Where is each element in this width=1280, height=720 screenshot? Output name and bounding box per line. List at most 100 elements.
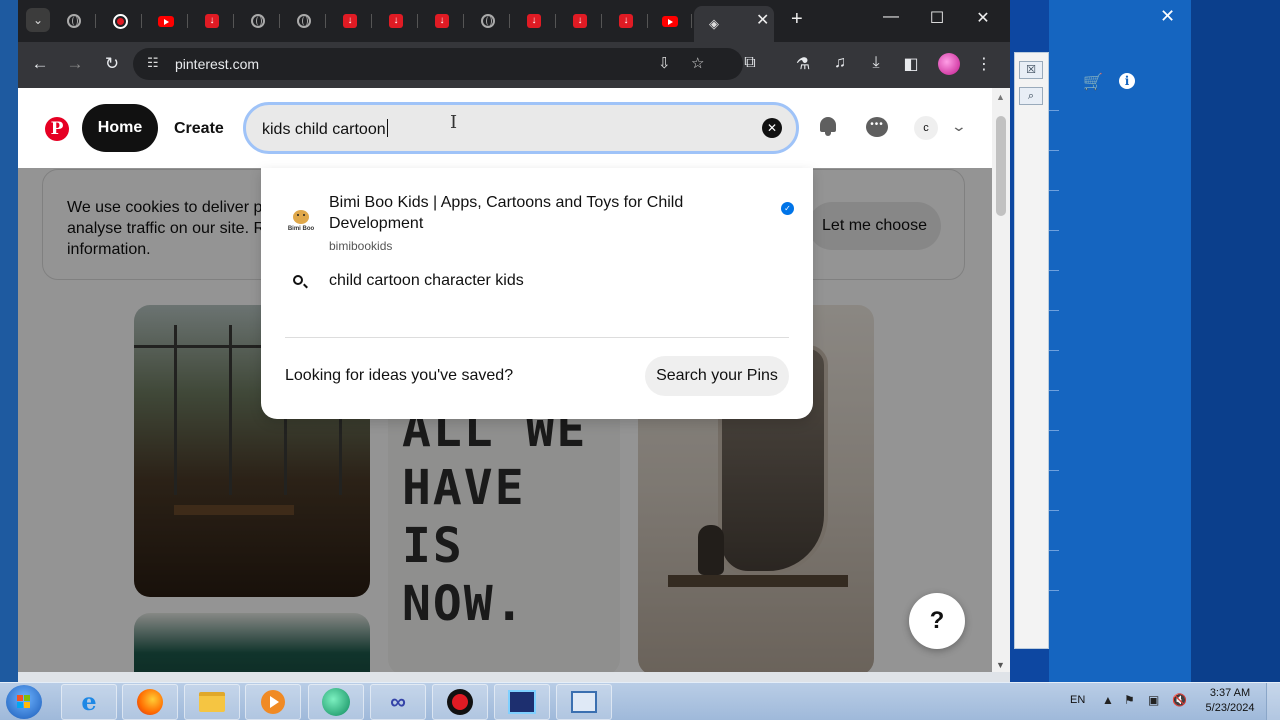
tab-download-6[interactable]: ↓ — [558, 6, 602, 36]
search-your-pins-button[interactable]: Search your Pins — [645, 356, 789, 396]
taskbar-app[interactable] — [556, 684, 612, 720]
menu-icon[interactable]: ⋮ — [973, 54, 995, 74]
tab-youtube-1[interactable] — [144, 6, 188, 36]
mini-search-icon[interactable]: ⌕ — [1019, 87, 1043, 105]
close-tab-icon[interactable]: ✕ — [756, 10, 769, 30]
labs-icon[interactable]: ⚗ — [792, 54, 814, 74]
tab-record[interactable] — [98, 6, 142, 36]
new-tab-button[interactable]: + — [791, 8, 803, 31]
start-button[interactable] — [6, 685, 42, 719]
chevron-down-icon[interactable]: ⌄ — [951, 118, 967, 135]
search-input-text[interactable]: kids child cartoon — [262, 119, 388, 139]
tab-globe-1[interactable] — [52, 6, 96, 36]
search-input[interactable]: kids child cartoon ✕ — [243, 102, 799, 154]
scroll-up-icon[interactable]: ▲ — [996, 92, 1005, 102]
taskbar-video-editor[interactable] — [494, 684, 550, 720]
page-viewport: P Home Create kids child cartoon ✕ I •••… — [18, 88, 992, 672]
browser-toolbar: ← → ↻ ☷ pinterest.com ⇩ ☆ ⧉ ⚗ ♫ ⤓ ◧ ⋮ — [18, 42, 1010, 88]
info-icon[interactable]: i — [1119, 73, 1135, 89]
suggestion-profile-username: bimibookids — [329, 239, 393, 253]
clear-icon[interactable]: ✕ — [762, 118, 782, 138]
bimi-boo-logo: Bimi Boo — [287, 210, 315, 238]
extensions-icon[interactable]: ⧉ — [739, 54, 761, 72]
mini-close-icon[interactable]: ☒ — [1019, 61, 1043, 79]
looking-for-ideas-text: Looking for ideas you've saved? — [285, 367, 514, 384]
cart-icon[interactable]: 🛒 — [1083, 72, 1103, 92]
taskbar-media-player[interactable] — [245, 684, 301, 720]
maximize-icon[interactable]: ☐ — [922, 8, 952, 28]
tab-download-2[interactable]: ↓ — [328, 6, 372, 36]
pinterest-logo[interactable]: P — [45, 117, 69, 141]
sidepanel-icon[interactable]: ◧ — [900, 54, 922, 74]
page-scrollbar[interactable]: ▲ ▼ — [992, 88, 1010, 672]
minimize-icon[interactable]: — — [876, 8, 906, 26]
tab-download-7[interactable]: ↓ — [604, 6, 648, 36]
app-green-icon — [322, 688, 350, 716]
suggestion-query[interactable]: child cartoon character kids — [285, 272, 795, 296]
taskbar-firefox[interactable] — [122, 684, 178, 720]
youtube-icon — [158, 15, 174, 27]
background-window-dark — [1191, 0, 1280, 682]
download-icon: ↓ — [435, 14, 449, 28]
bell-icon[interactable] — [818, 115, 838, 137]
show-desktop-button[interactable] — [1266, 683, 1280, 720]
volume-muted-icon[interactable]: 🔇 — [1172, 693, 1187, 707]
taskbar-ie[interactable]: e — [61, 684, 117, 720]
download-icon: ↓ — [343, 14, 357, 28]
media-icon[interactable]: ♫ — [829, 54, 851, 72]
scroll-down-icon[interactable]: ▼ — [996, 660, 1005, 670]
taskbar-link-app[interactable]: ∞ — [370, 684, 426, 720]
downloads-icon[interactable]: ⤓ — [865, 54, 887, 72]
suggestion-profile[interactable]: Bimi Boo Bimi Boo Kids | Apps, Cartoons … — [285, 192, 795, 256]
window-close-icon[interactable]: ✕ — [968, 8, 998, 28]
clock-date: 5/23/2024 — [1205, 702, 1255, 714]
back-icon[interactable]: ← — [29, 54, 51, 74]
tab-globe-4[interactable] — [466, 6, 510, 36]
clock-time: 3:37 AM — [1209, 687, 1251, 699]
pinterest-tab-icon: ◈ — [709, 16, 719, 31]
tab-search-icon[interactable]: ⌄ — [26, 8, 50, 32]
taskbar-chrome-app[interactable] — [308, 684, 364, 720]
tab-youtube-2[interactable] — [648, 6, 692, 36]
background-window-strip: ☒ ⌕ — [1014, 52, 1049, 649]
tab-globe-2[interactable] — [236, 6, 280, 36]
download-icon: ↓ — [205, 14, 219, 28]
globe-icon — [297, 14, 311, 28]
address-bar[interactable]: ☷ pinterest.com ⇩ ☆ — [133, 48, 743, 80]
help-button[interactable]: ? — [909, 593, 965, 649]
internet-explorer-icon: e — [81, 687, 97, 716]
tab-globe-3[interactable] — [282, 6, 326, 36]
download-icon: ↓ — [619, 14, 633, 28]
home-button[interactable]: Home — [82, 104, 158, 152]
search-icon — [293, 275, 303, 285]
record-icon — [112, 13, 128, 29]
background-close-icon[interactable]: ✕ — [1160, 6, 1175, 27]
avatar[interactable]: c — [914, 116, 938, 140]
scroll-thumb[interactable] — [996, 116, 1006, 216]
language-indicator[interactable]: EN — [1070, 694, 1085, 706]
clock[interactable]: 3:37 AM 5/23/2024 — [1200, 686, 1260, 716]
download-icon: ↓ — [527, 14, 541, 28]
forward-icon[interactable]: → — [64, 54, 86, 74]
reload-icon[interactable]: ↻ — [101, 54, 123, 74]
messages-icon[interactable]: ••• — [866, 117, 888, 137]
taskbar-recorder[interactable] — [432, 684, 488, 720]
tray-expand-icon[interactable]: ▲ — [1102, 693, 1114, 707]
site-info-icon[interactable]: ☷ — [147, 55, 159, 71]
taskbar-explorer[interactable] — [184, 684, 240, 720]
create-button[interactable]: Create — [174, 120, 224, 138]
tab-download-5[interactable]: ↓ — [512, 6, 556, 36]
action-center-flag-icon[interactable]: ⚑ — [1124, 693, 1135, 707]
network-icon[interactable]: ▣ — [1148, 693, 1159, 707]
tab-download-1[interactable]: ↓ — [190, 6, 234, 36]
bookmark-star-icon[interactable]: ☆ — [691, 54, 704, 72]
url-text[interactable]: pinterest.com — [175, 56, 259, 72]
globe-icon — [251, 14, 265, 28]
suggestion-query-text: child cartoon character kids — [329, 272, 524, 289]
browser-window: ⌄ ↓ ↓ ↓ ↓ ↓ ↓ ↓ ◈ ✕ + — ☐ ✕ ← → ↻ ☷ pint… — [18, 0, 1010, 682]
youtube-icon — [662, 15, 678, 27]
install-icon[interactable]: ⇩ — [658, 54, 671, 72]
tab-download-4[interactable]: ↓ — [420, 6, 464, 36]
tab-download-3[interactable]: ↓ — [374, 6, 418, 36]
profile-avatar[interactable] — [938, 53, 960, 75]
